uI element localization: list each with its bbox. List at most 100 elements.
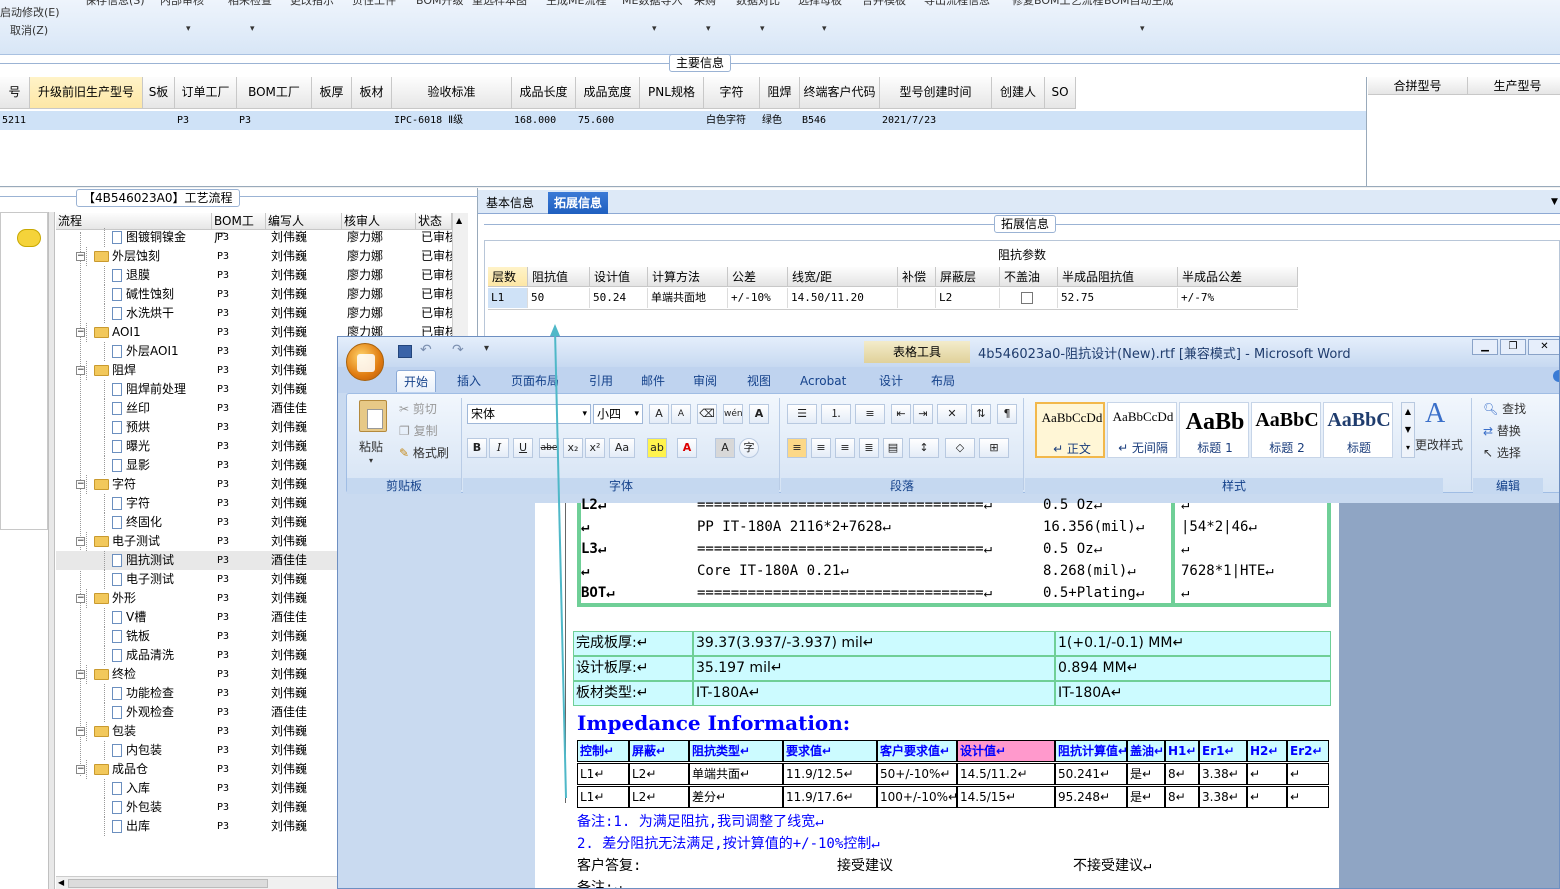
imp-col-header-2[interactable]: 设计值 [590,267,648,287]
toolbar-item-3[interactable]: 相来检查 [228,0,272,8]
toolbar-item-4[interactable]: 更改指示 [290,0,334,8]
main-col-header-4[interactable]: BOM工厂 [237,77,312,109]
grow-font-icon[interactable]: A [649,404,669,424]
main-cell-14[interactable]: 2021/7/23 [880,111,992,130]
ribbon-tab-5[interactable]: 审阅 [686,370,724,392]
toolbar-item-14[interactable]: 导出流程信息 [924,0,990,8]
undo-icon[interactable]: ↶ [420,342,432,358]
tab-basic-info[interactable]: 基本信息 [480,192,540,214]
ribbon-tab-6[interactable]: 视图 [740,370,778,392]
close-icon[interactable]: ✕ [1528,339,1559,355]
chevron-down-icon[interactable]: ▾ [186,24,191,34]
qat-dropdown-icon[interactable]: ▾ [484,343,489,354]
main-col-header-2[interactable]: S板 [143,77,175,109]
main-col-header-14[interactable]: 型号创建时间 [880,77,992,109]
process-scrollbar[interactable]: ▲ [452,213,468,353]
main-col-header-7[interactable]: 验收标准 [392,77,512,109]
superscript-icon[interactable]: x² [585,438,605,458]
main-cell-3[interactable]: P3 [175,111,237,130]
align-center-icon[interactable]: ≡ [811,438,831,458]
toolbar-item-5[interactable]: 负性工件 [352,0,396,8]
style-0[interactable]: AaBbCcDd ↵ 正文 [1035,402,1105,458]
borders-icon[interactable]: ⊞ [979,438,1009,458]
main-cell-15[interactable] [992,111,1045,130]
paste-button[interactable]: 粘贴 [359,438,383,455]
main-cell-6[interactable] [352,111,392,130]
main-col-header-11[interactable]: 字符 [704,77,760,109]
main-col-header-1[interactable]: 升级前旧生产型号 [30,77,143,109]
enclose-character-icon[interactable]: 字 [739,438,759,458]
main-cell-5[interactable] [312,111,352,130]
clear-format-icon[interactable]: ⌫ [697,404,717,424]
style-3[interactable]: AaBbC 标题 2 [1251,402,1321,458]
toolbar-item-13[interactable]: 合并模板 [862,0,906,8]
italic-icon[interactable]: I [489,438,509,458]
paste-dropdown-icon[interactable]: ▾ [369,456,373,465]
decrease-indent-icon[interactable]: ⇤ [891,404,911,424]
collapse-icon[interactable]: − [76,727,85,736]
office-button[interactable] [346,343,384,381]
help-icon[interactable] [1553,370,1559,382]
imp-cell-6[interactable] [898,288,936,308]
change-case-icon[interactable]: Aa [609,438,635,458]
main-cell-12[interactable]: 绿色 [760,111,800,130]
chevron-down-icon[interactable]: ▾ [250,24,255,34]
main-col-header-10[interactable]: PNL规格 [640,77,704,109]
font-size-select[interactable]: 小四 ▾ [593,404,643,424]
chevron-down-icon[interactable]: ▾ [1140,24,1145,34]
imp-cell-4[interactable]: +/-10% [728,288,788,308]
change-styles-icon[interactable]: A [1425,398,1445,430]
imp-cell-5[interactable]: 14.50/11.20 [788,288,898,308]
toolbar-item-16[interactable]: BOM自动生成 [1104,0,1174,8]
main-cell-7[interactable]: IPC-6018 Ⅱ级 [392,111,512,130]
collapse-icon[interactable]: − [76,480,85,489]
imp-col-header-5[interactable]: 线宽/距 [788,267,898,287]
phonetic-guide-icon[interactable]: wén [723,404,743,424]
paste-icon[interactable] [359,400,387,432]
main-col-header-15[interactable]: 创建人 [992,77,1045,109]
character-border-icon[interactable]: A [749,404,769,424]
main-cell-2[interactable] [143,111,175,130]
ribbon-tab-4[interactable]: 邮件 [634,370,672,392]
collapse-icon[interactable]: − [76,765,85,774]
imp-cell-10[interactable]: +/-7% [1178,288,1298,308]
collapse-icon[interactable]: − [76,537,85,546]
line-spacing-icon[interactable]: ↕ [909,438,939,458]
ribbon-tab-0[interactable]: 开始 [396,370,437,392]
no-oil-checkbox[interactable] [1021,292,1033,304]
underline-icon[interactable]: U [513,438,533,458]
toolbar-item-8[interactable]: 生成ME流程 [546,0,606,8]
process-row[interactable]: 图镀铜镍金 P3 刘伟巍 廖力娜 已审核 [56,228,468,247]
align-right-icon[interactable]: ≡ [835,438,855,458]
toolbar-item-1[interactable]: 保存信息(S) [85,0,145,8]
cut-button[interactable]: ✂ 剪切 [399,400,437,417]
imp-cell-1[interactable]: 50 [528,288,590,308]
ribbon-tab-9[interactable]: 布局 [924,370,962,392]
main-col-header-6[interactable]: 板材 [352,77,392,109]
imp-col-header-6[interactable]: 补偿 [898,267,936,287]
speech-bubble-icon[interactable] [17,229,41,247]
process-row[interactable]: − 外层蚀刻 P3 刘伟巍 廖力娜 已审核 [56,247,468,266]
accept-option[interactable]: 接受建议 [837,855,893,875]
bullets-icon[interactable]: ☰ [787,404,817,424]
imp-cell-0[interactable]: L1 [488,288,528,308]
chevron-down-icon[interactable]: ▾ [706,24,711,34]
imp-cell-3[interactable]: 单端共面地 [648,288,728,308]
main-cell-10[interactable] [640,111,704,130]
redo-icon[interactable]: ↷ [452,342,464,358]
main-cell-16[interactable] [1045,111,1076,130]
justify-icon[interactable]: ≣ [859,438,879,458]
side-col-header-1[interactable]: 生产型号 [1468,77,1560,95]
imp-col-header-7[interactable]: 屏蔽层 [936,267,1000,287]
sort-icon[interactable]: ⇅ [971,404,991,424]
ribbon-tab-3[interactable]: 引用 [582,370,620,392]
main-col-header-3[interactable]: 订单工厂 [175,77,237,109]
main-col-header-9[interactable]: 成品宽度 [576,77,640,109]
style-1[interactable]: AaBbCcDd ↵ 无间隔 [1107,402,1177,458]
tab-extended-info[interactable]: 拓展信息 [548,192,609,214]
replace-button[interactable]: ⇄ 替换 [1483,422,1521,439]
align-left-icon[interactable]: ≡ [787,438,807,458]
scroll-up-icon[interactable]: ▲ [456,216,462,225]
style-2[interactable]: AaBb 标题 1 [1179,402,1249,458]
change-styles-button[interactable]: 更改样式 [1415,436,1463,453]
